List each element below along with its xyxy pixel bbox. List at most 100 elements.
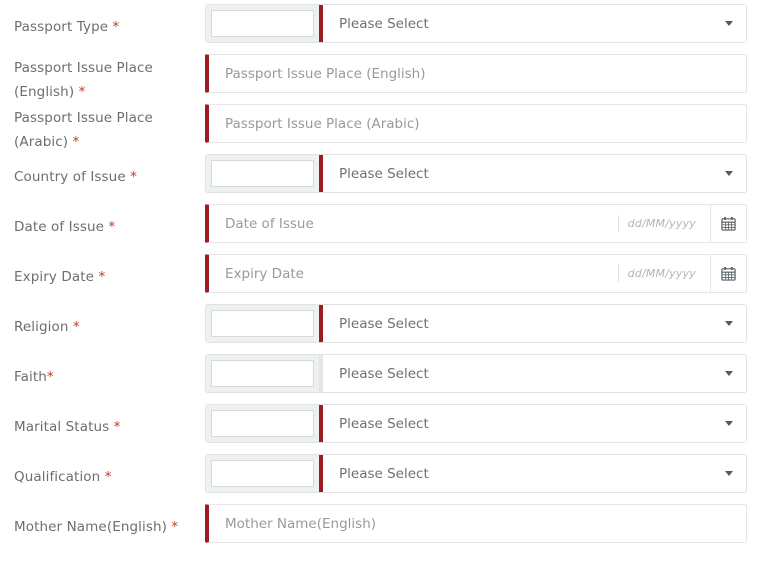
select-value-input-religion[interactable] <box>211 310 314 337</box>
select-placeholder-country-of-issue[interactable]: Please Select <box>323 155 712 192</box>
field-container-passport-type: Please Select <box>205 0 782 43</box>
chevron-down-icon[interactable] <box>712 305 746 342</box>
form-row-qualification: Qualification * Please Select <box>0 450 782 500</box>
field-label-date-of-issue: Date of Issue * <box>0 200 205 239</box>
caret-glyph <box>725 371 733 376</box>
select-marital-status[interactable]: Please Select <box>205 404 747 443</box>
field-container-passport-issue-place-arabic: Passport Issue Place (Arabic) <box>205 100 782 143</box>
select-value-input-qualification[interactable] <box>211 460 314 487</box>
required-asterisk: * <box>46 369 54 385</box>
select-value-box-qualification[interactable] <box>206 455 319 492</box>
date-field-expiry-date: Expiry Date dd/MM/yyyy <box>205 254 747 293</box>
required-asterisk: * <box>171 519 179 535</box>
field-label-text: Mother Name(English) <box>14 519 172 535</box>
select-country-of-issue[interactable]: Please Select <box>205 154 747 193</box>
select-placeholder-faith[interactable]: Please Select <box>323 355 712 392</box>
field-container-expiry-date: Expiry Date dd/MM/yyyy <box>205 250 782 293</box>
select-qualification[interactable]: Please Select <box>205 454 747 493</box>
text-input-placeholder-passport-issue-place-english: Passport Issue Place (English) <box>225 65 426 82</box>
select-value-box-religion[interactable] <box>206 305 319 342</box>
select-faith[interactable]: Please Select <box>205 354 747 393</box>
date-input-expiry-date[interactable]: Expiry Date dd/MM/yyyy <box>205 254 710 293</box>
form-row-religion: Religion * Please Select <box>0 300 782 350</box>
form-row-passport-issue-place-arabic: Passport Issue Place (Arabic) * Passport I… <box>0 100 782 150</box>
field-label-text: Passport Type <box>14 19 113 35</box>
field-label-faith: Faith* <box>0 350 205 389</box>
chevron-down-icon[interactable] <box>712 455 746 492</box>
select-value-input-passport-type[interactable] <box>211 10 314 37</box>
field-container-faith: Please Select <box>205 350 782 393</box>
form-row-passport-issue-place-english: Passport Issue Place (English) * Passport … <box>0 50 782 100</box>
select-value-box-passport-type[interactable] <box>206 5 319 42</box>
field-container-date-of-issue: Date of Issue dd/MM/yyyy <box>205 200 782 243</box>
select-value-input-country-of-issue[interactable] <box>211 160 314 187</box>
field-label-text: Country of Issue <box>14 169 131 185</box>
chevron-down-icon[interactable] <box>712 5 746 42</box>
field-label-marital-status: Marital Status * <box>0 400 205 439</box>
field-label-religion: Religion * <box>0 300 205 339</box>
field-label-mother-name-english: Mother Name(English) * <box>0 500 205 539</box>
select-placeholder-religion[interactable]: Please Select <box>323 305 712 342</box>
select-value-box-faith[interactable] <box>206 355 319 392</box>
caret-glyph <box>725 171 733 176</box>
field-label-qualification: Qualification * <box>0 450 205 489</box>
calendar-icon[interactable] <box>710 204 747 243</box>
field-label-passport-type: Passport Type * <box>0 0 205 39</box>
required-asterisk: * <box>72 134 80 150</box>
date-format-hint-expiry-date: dd/MM/yyyy <box>627 267 696 280</box>
form-row-faith: Faith* Please Select <box>0 350 782 400</box>
select-passport-type[interactable]: Please Select <box>205 4 747 43</box>
chevron-down-icon[interactable] <box>712 355 746 392</box>
required-asterisk: * <box>78 84 86 100</box>
select-placeholder-passport-type[interactable]: Please Select <box>323 5 712 42</box>
field-label-country-of-issue: Country of Issue * <box>0 150 205 189</box>
select-placeholder-qualification[interactable]: Please Select <box>323 455 712 492</box>
select-value-input-marital-status[interactable] <box>211 410 314 437</box>
date-input-date-of-issue[interactable]: Date of Issue dd/MM/yyyy <box>205 204 710 243</box>
field-container-passport-issue-place-english: Passport Issue Place (English) <box>205 50 782 93</box>
date-input-placeholder-date-of-issue: Date of Issue <box>225 215 314 232</box>
field-label-line2: (English) <box>14 84 79 100</box>
caret-glyph <box>725 471 733 476</box>
select-placeholder-marital-status[interactable]: Please Select <box>323 405 712 442</box>
field-label-text: Expiry Date <box>14 269 99 285</box>
required-asterisk: * <box>98 269 106 285</box>
chevron-down-icon[interactable] <box>712 405 746 442</box>
caret-glyph <box>725 321 733 326</box>
field-label-line1: Passport Issue Place <box>14 110 153 126</box>
text-input-passport-issue-place-arabic[interactable]: Passport Issue Place (Arabic) <box>205 104 747 143</box>
form-row-date-of-issue: Date of Issue * Date of Issue dd/MM/yyyy <box>0 200 782 250</box>
field-label-text: Date of Issue <box>14 219 109 235</box>
text-input-mother-name-english[interactable]: Mother Name(English) <box>205 504 747 543</box>
required-asterisk: * <box>108 219 116 235</box>
caret-glyph <box>725 421 733 426</box>
field-label-line1: Passport Issue Place <box>14 60 153 76</box>
select-value-input-faith[interactable] <box>211 360 314 387</box>
field-label-text: Qualification <box>14 469 105 485</box>
chevron-down-icon[interactable] <box>712 155 746 192</box>
form-row-expiry-date: Expiry Date * Expiry Date dd/MM/yyyy <box>0 250 782 300</box>
required-asterisk: * <box>104 469 112 485</box>
date-format-hint-date-of-issue: dd/MM/yyyy <box>627 217 696 230</box>
required-asterisk: * <box>112 19 120 35</box>
select-value-box-country-of-issue[interactable] <box>206 155 319 192</box>
required-asterisk: * <box>113 419 121 435</box>
field-container-religion: Please Select <box>205 300 782 343</box>
text-input-passport-issue-place-english[interactable]: Passport Issue Place (English) <box>205 54 747 93</box>
required-asterisk: * <box>130 169 137 185</box>
required-asterisk: * <box>72 319 80 335</box>
field-label-expiry-date: Expiry Date * <box>0 250 205 289</box>
text-input-placeholder-passport-issue-place-arabic: Passport Issue Place (Arabic) <box>225 115 420 132</box>
calendar-icon[interactable] <box>710 254 747 293</box>
form-row-marital-status: Marital Status * Please Select <box>0 400 782 450</box>
select-value-box-marital-status[interactable] <box>206 405 319 442</box>
field-container-qualification: Please Select <box>205 450 782 493</box>
field-label-line2: (Arabic) <box>14 134 73 150</box>
field-label-text: Religion <box>14 319 73 335</box>
form-row-passport-type: Passport Type * Please Select <box>0 0 782 50</box>
field-label-text: Faith <box>14 369 47 385</box>
text-input-placeholder-mother-name-english: Mother Name(English) <box>225 515 377 532</box>
field-container-mother-name-english: Mother Name(English) <box>205 500 782 543</box>
select-religion[interactable]: Please Select <box>205 304 747 343</box>
field-container-marital-status: Please Select <box>205 400 782 443</box>
